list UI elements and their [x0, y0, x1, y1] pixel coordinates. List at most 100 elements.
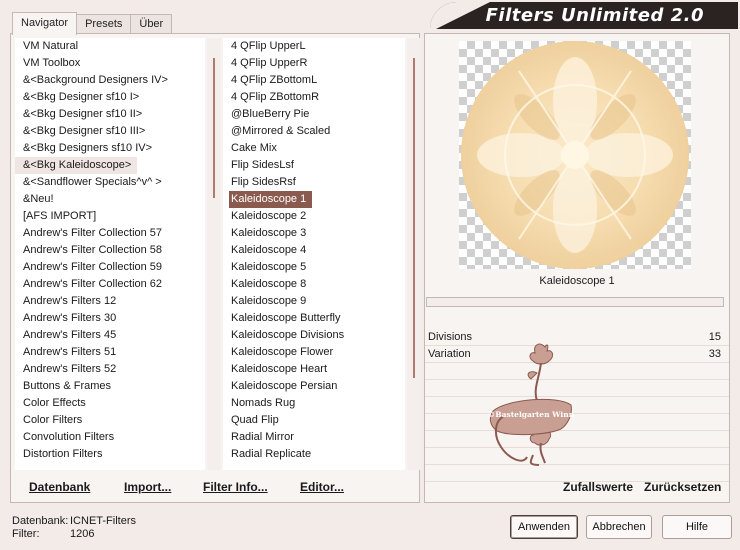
- param-empty: [425, 397, 729, 414]
- database-button[interactable]: Datenbank: [29, 480, 90, 494]
- list-item[interactable]: Kaleidoscope 5: [223, 259, 405, 276]
- database-label: Datenbank:: [12, 515, 69, 527]
- list-item[interactable]: Andrew's Filter Collection 58: [15, 242, 205, 259]
- list-item[interactable]: Kaleidoscope 3: [223, 225, 405, 242]
- filter-count-label: Filter:: [12, 528, 40, 540]
- list-item[interactable]: Andrew's Filters 12: [15, 293, 205, 310]
- list-item-label: Flip SidesLsf: [231, 159, 294, 171]
- preview-button-bar: Zufallswerte Zurücksetzen: [425, 472, 729, 500]
- list-item[interactable]: Kaleidoscope Persian: [223, 378, 405, 395]
- list-item[interactable]: &Neu!: [15, 191, 205, 208]
- list-item[interactable]: Kaleidoscope 1: [223, 191, 405, 208]
- list-item[interactable]: VM Natural: [15, 38, 205, 55]
- list-item-label: Kaleidoscope 8: [231, 278, 307, 290]
- list-item[interactable]: Quad Flip: [223, 412, 405, 429]
- list-item[interactable]: Radial Replicate: [223, 446, 405, 463]
- filter-scrollbar[interactable]: [407, 38, 421, 470]
- list-item-label: &Neu!: [23, 193, 54, 205]
- list-item-label: VM Toolbox: [23, 57, 81, 69]
- list-item-label: 4 QFlip ZBottomR: [231, 91, 320, 103]
- list-item[interactable]: Kaleidoscope Heart: [223, 361, 405, 378]
- tab-about[interactable]: Über: [130, 14, 173, 35]
- list-item-label: Andrew's Filter Collection 59: [23, 261, 163, 273]
- list-item[interactable]: Andrew's Filter Collection 62: [15, 276, 205, 293]
- list-item[interactable]: Kaleidoscope 9: [223, 293, 405, 310]
- list-item[interactable]: Nomads Rug: [223, 395, 405, 412]
- list-item[interactable]: &<Bkg Kaleidoscope>: [15, 157, 205, 174]
- list-item[interactable]: Distortion Filters: [15, 446, 205, 463]
- list-item-label: &<Bkg Designer sf10 I>: [23, 91, 140, 103]
- list-item[interactable]: Kaleidoscope Divisions: [223, 327, 405, 344]
- list-item[interactable]: &<Bkg Designers sf10 IV>: [15, 140, 205, 157]
- list-item[interactable]: Kaleidoscope 8: [223, 276, 405, 293]
- param-variation[interactable]: Variation 33: [425, 346, 729, 363]
- tab-presets[interactable]: Presets: [76, 14, 132, 35]
- list-item[interactable]: &<Bkg Designer sf10 I>: [15, 89, 205, 106]
- list-item[interactable]: 4 QFlip UpperL: [223, 38, 405, 55]
- list-item-label: @Mirrored & Scaled: [231, 125, 331, 137]
- list-item-label: Radial Mirror: [231, 431, 294, 443]
- help-button[interactable]: Hilfe: [662, 515, 732, 539]
- filter-scroll-thumb[interactable]: [413, 58, 415, 378]
- list-item[interactable]: &<Bkg Designer sf10 III>: [15, 123, 205, 140]
- list-item[interactable]: Color Filters: [15, 412, 205, 429]
- param-empty: [425, 380, 729, 397]
- preview-panel: Kaleidoscope 1 Divisions 15 Variation 33: [424, 33, 730, 503]
- list-item[interactable]: Andrew's Filters 45: [15, 327, 205, 344]
- filter-info-button[interactable]: Filter Info...: [203, 480, 268, 494]
- apply-button[interactable]: Anwenden: [510, 515, 578, 539]
- list-item-label: 4 QFlip UpperR: [231, 57, 308, 69]
- list-item[interactable]: Kaleidoscope 4: [223, 242, 405, 259]
- preview-filter-label: Kaleidoscope 1: [539, 275, 615, 287]
- preview-image: [459, 41, 691, 269]
- list-item[interactable]: Andrew's Filters 51: [15, 344, 205, 361]
- list-item[interactable]: &<Sandflower Specials^v^ >: [15, 174, 205, 191]
- list-item[interactable]: 4 QFlip ZBottomR: [223, 89, 405, 106]
- list-item[interactable]: @Mirrored & Scaled: [223, 123, 405, 140]
- list-item[interactable]: Buttons & Frames: [15, 378, 205, 395]
- list-item[interactable]: &<Background Designers IV>: [15, 72, 205, 89]
- editor-button[interactable]: Editor...: [300, 480, 344, 494]
- list-item-label: &<Bkg Designer sf10 II>: [23, 108, 143, 120]
- list-item[interactable]: 4 QFlip UpperR: [223, 55, 405, 72]
- list-item[interactable]: &<Bkg Designer sf10 II>: [15, 106, 205, 123]
- list-item-label: Nomads Rug: [231, 397, 296, 409]
- list-item[interactable]: Flip SidesRsf: [223, 174, 405, 191]
- category-scrollbar[interactable]: [207, 38, 221, 470]
- filter-list[interactable]: 4 QFlip UpperL 4 QFlip UpperR 4 QFlip ZBot…: [223, 38, 405, 470]
- category-list[interactable]: VM Natural VM Toolbox &<Background Designe…: [15, 38, 205, 470]
- list-item[interactable]: Convolution Filters: [15, 429, 205, 446]
- list-item[interactable]: 4 QFlip ZBottomL: [223, 72, 405, 89]
- list-item[interactable]: Cake Mix: [223, 140, 405, 157]
- cancel-button[interactable]: Abbrechen: [586, 515, 652, 539]
- tab-navigator[interactable]: Navigator: [12, 12, 78, 35]
- list-item[interactable]: VM Toolbox: [15, 55, 205, 72]
- list-item[interactable]: Radial Mirror: [223, 429, 405, 446]
- list-item[interactable]: Andrew's Filters 52: [15, 361, 205, 378]
- list-item-label: Andrew's Filters 45: [23, 329, 117, 341]
- list-item[interactable]: [AFS IMPORT]: [15, 208, 205, 225]
- parameter-list: Divisions 15 Variation 33: [425, 329, 729, 482]
- list-item[interactable]: @BlueBerry Pie: [223, 106, 405, 123]
- param-empty: [425, 363, 729, 380]
- list-item[interactable]: Kaleidoscope Butterfly: [223, 310, 405, 327]
- list-item-label: Kaleidoscope Persian: [231, 380, 338, 392]
- list-item[interactable]: Flip SidesLsf: [223, 157, 405, 174]
- random-values-button[interactable]: Zufallswerte: [563, 480, 633, 494]
- list-item[interactable]: Kaleidoscope Flower: [223, 344, 405, 361]
- list-item[interactable]: Andrew's Filter Collection 59: [15, 259, 205, 276]
- filter-count-value: 1206: [70, 528, 95, 540]
- category-scroll-thumb[interactable]: [213, 58, 215, 198]
- list-item-label: &<Bkg Kaleidoscope>: [15, 157, 138, 174]
- list-item[interactable]: Color Effects: [15, 395, 205, 412]
- list-item[interactable]: Kaleidoscope 2: [223, 208, 405, 225]
- reset-button[interactable]: Zurücksetzen: [644, 480, 721, 494]
- list-item[interactable]: Andrew's Filter Collection 57: [15, 225, 205, 242]
- param-name: Variation: [428, 348, 471, 360]
- list-item-label: &<Background Designers IV>: [23, 74, 168, 86]
- param-name: Divisions: [428, 331, 473, 343]
- param-empty: [425, 431, 729, 448]
- param-divisions[interactable]: Divisions 15: [425, 329, 729, 346]
- import-button[interactable]: Import...: [124, 480, 171, 494]
- list-item[interactable]: Andrew's Filters 30: [15, 310, 205, 327]
